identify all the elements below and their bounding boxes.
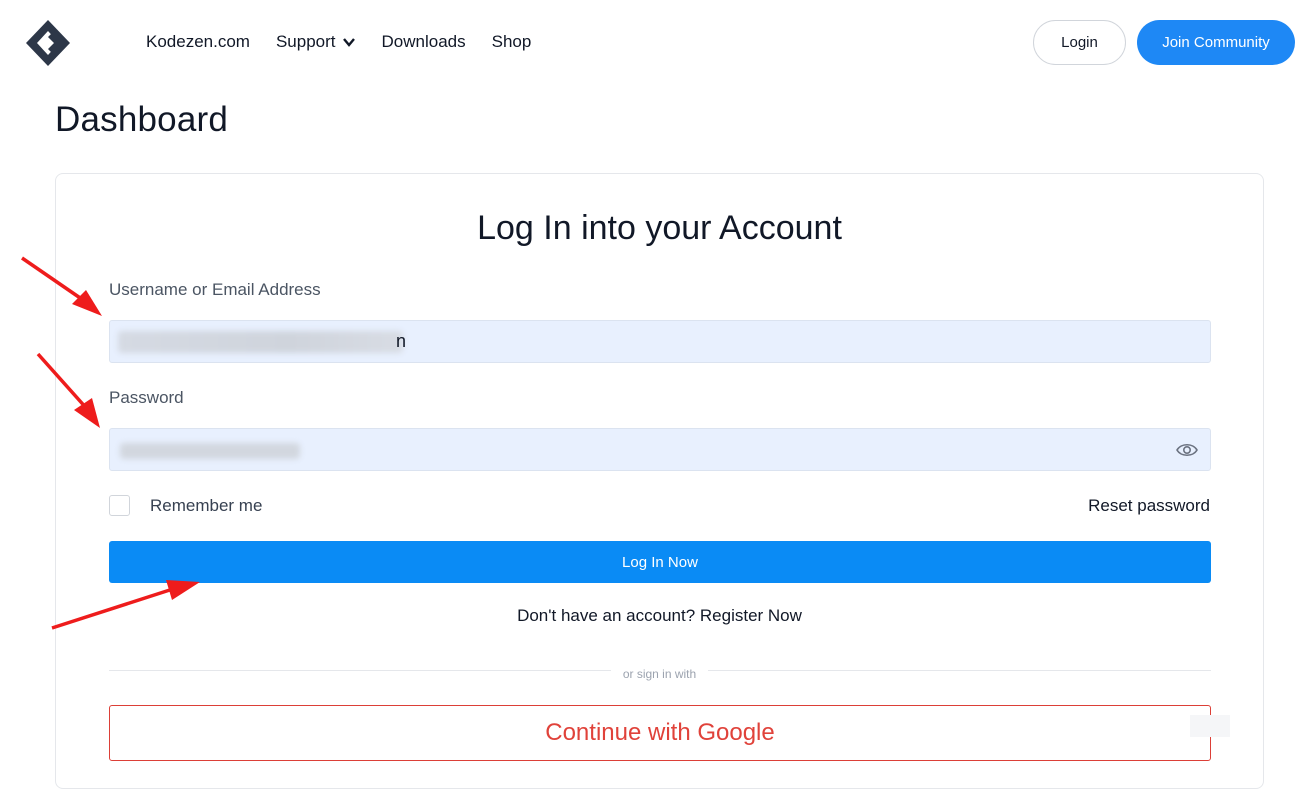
divider-label-wrap: or sign in with <box>56 665 1263 683</box>
continue-with-google-button[interactable]: Continue with Google <box>109 705 1211 761</box>
username-input[interactable]: n <box>109 320 1211 363</box>
divider-label: or sign in with <box>610 667 709 681</box>
password-input[interactable] <box>109 428 1211 471</box>
chevron-down-icon <box>342 38 355 47</box>
nav-link-kodezen[interactable]: Kodezen.com <box>146 30 250 54</box>
redacted-email <box>118 331 403 353</box>
password-label: Password <box>109 388 184 407</box>
page-title: Dashboard <box>55 100 229 139</box>
login-button[interactable]: Login <box>1033 20 1126 65</box>
nav-link-support[interactable]: Support <box>276 30 356 54</box>
register-prompt: Don't have an account? Register Now <box>56 606 1263 626</box>
kodezen-logo-icon[interactable] <box>26 20 74 66</box>
nav-links: Kodezen.com Support Downloads Shop <box>146 30 557 54</box>
username-label: Username or Email Address <box>109 280 321 299</box>
login-now-button[interactable]: Log In Now <box>109 541 1211 583</box>
username-visible-text: n <box>396 331 407 351</box>
remember-me-label[interactable]: Remember me <box>150 496 262 516</box>
redacted-password <box>120 443 300 459</box>
reset-password-link[interactable]: Reset password <box>1088 496 1210 516</box>
join-community-button[interactable]: Join Community <box>1137 20 1295 65</box>
register-now-link[interactable]: Don't have an account? Register Now <box>517 606 802 625</box>
nav-link-support-label: Support <box>275 32 336 51</box>
nav-link-shop[interactable]: Shop <box>492 30 532 54</box>
eye-icon[interactable] <box>1176 441 1198 459</box>
top-navigation: Kodezen.com Support Downloads Shop Login… <box>0 0 1311 84</box>
login-card-title: Log In into your Account <box>477 209 842 247</box>
remember-me-checkbox[interactable] <box>109 495 130 516</box>
login-card: Log In into your Account Username or Ema… <box>55 173 1264 789</box>
faint-overlay-badge <box>1190 715 1230 737</box>
nav-link-downloads[interactable]: Downloads <box>382 30 466 54</box>
